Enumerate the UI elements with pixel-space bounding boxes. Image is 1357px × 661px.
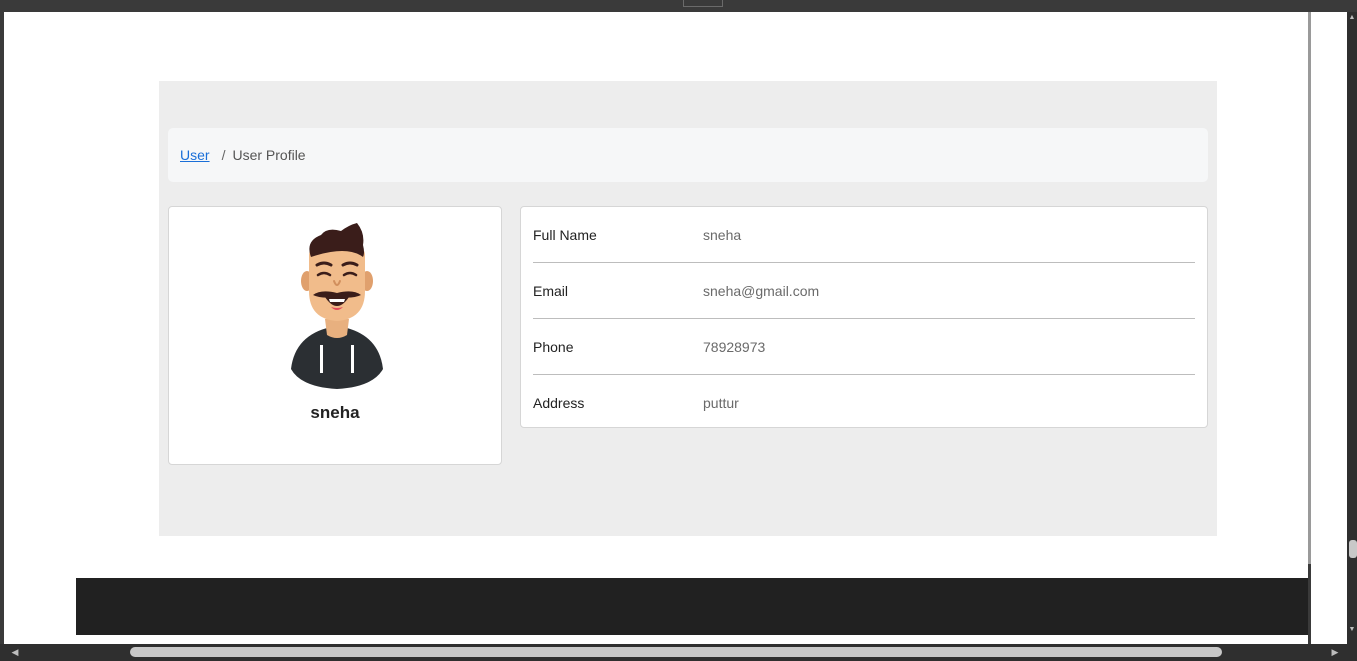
detail-value: 78928973 xyxy=(703,338,766,355)
page-viewport: User / User Profile sneha Full Name sneh… xyxy=(4,12,1308,644)
details-card: Full Name sneha Email sneha@gmail.com Ph… xyxy=(520,206,1208,428)
page-footer xyxy=(76,578,1308,635)
content-panel: User / User Profile sneha Full Name sneh… xyxy=(159,81,1217,536)
horizontal-scrollbar[interactable]: ◀ ▶ xyxy=(0,644,1357,661)
vertical-scrollbar[interactable]: ▲ ▼ xyxy=(1347,12,1357,644)
detail-label: Phone xyxy=(533,338,574,355)
detail-row-full-name: Full Name sneha xyxy=(533,207,1195,263)
browser-window: User / User Profile sneha Full Name sneh… xyxy=(0,0,1357,661)
profile-card: sneha xyxy=(168,206,502,465)
profile-name: sneha xyxy=(310,403,360,422)
horizontal-scrollbar-thumb[interactable] xyxy=(130,647,1222,657)
page-side-area xyxy=(1311,12,1347,644)
detail-row-address: Address puttur xyxy=(533,375,1195,430)
scroll-right-arrow-icon[interactable]: ▶ xyxy=(1330,647,1340,657)
detail-label: Full Name xyxy=(533,226,597,243)
scroll-up-arrow-icon[interactable]: ▲ xyxy=(1348,14,1356,22)
breadcrumb-link-user[interactable]: User xyxy=(180,147,210,163)
breadcrumb-separator: / xyxy=(221,147,226,163)
avatar-illustration-icon xyxy=(291,223,383,389)
scroll-left-arrow-icon[interactable]: ◀ xyxy=(10,647,20,657)
vertical-scrollbar-thumb[interactable] xyxy=(1349,540,1357,558)
detail-label: Address xyxy=(533,394,585,411)
detail-label: Email xyxy=(533,282,569,299)
detail-value: sneha@gmail.com xyxy=(703,282,820,299)
detail-value: puttur xyxy=(703,394,739,411)
breadcrumb-current: User Profile xyxy=(232,147,306,163)
detail-row-phone: Phone 78928973 xyxy=(533,319,1195,375)
detail-value: sneha xyxy=(703,226,742,243)
scroll-down-arrow-icon[interactable]: ▼ xyxy=(1348,626,1356,634)
window-drag-handle[interactable] xyxy=(683,0,723,7)
breadcrumb: User / User Profile xyxy=(168,128,1208,182)
detail-row-email: Email sneha@gmail.com xyxy=(533,263,1195,319)
